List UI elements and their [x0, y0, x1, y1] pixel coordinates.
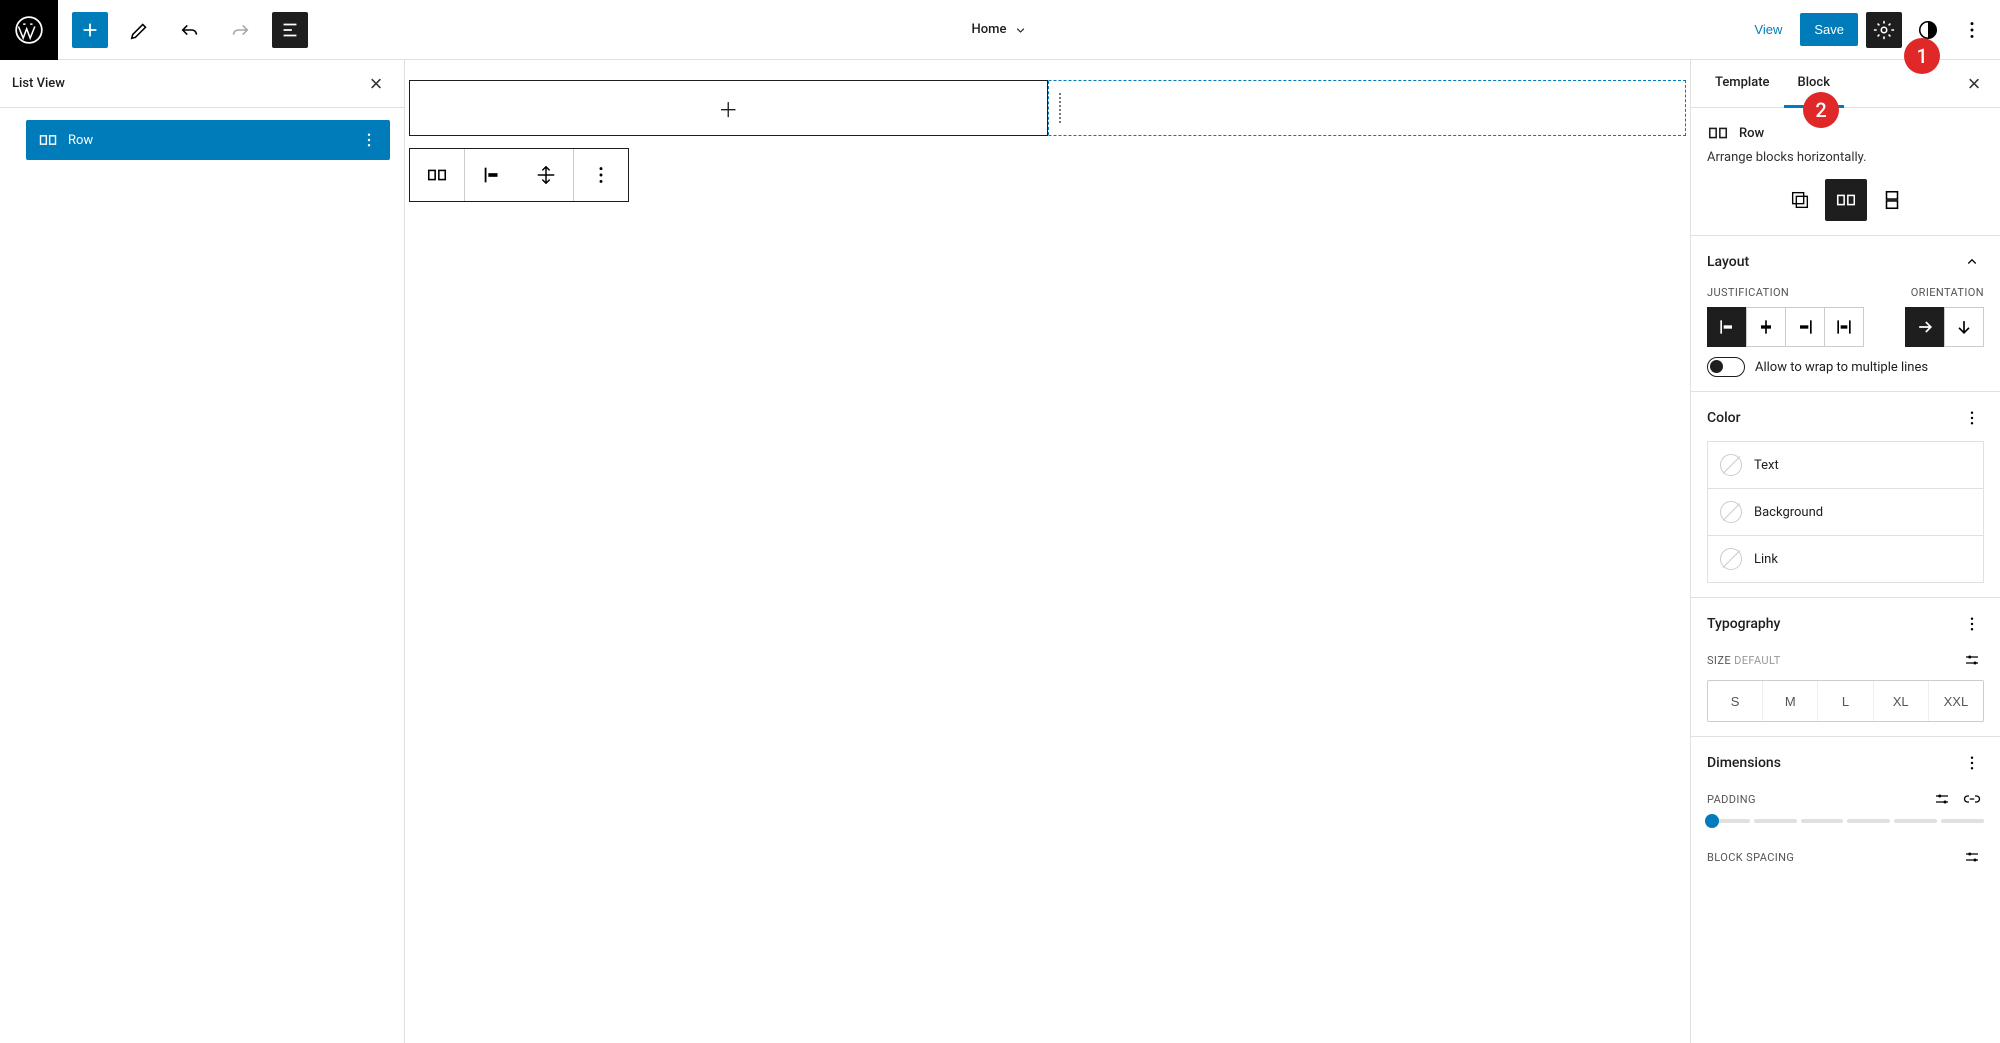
block-description: Arrange blocks horizontally.: [1707, 150, 1984, 165]
layout-title: Layout: [1707, 254, 1749, 270]
size-default: DEFAULT: [1734, 654, 1781, 667]
sidebar-close[interactable]: ×: [1958, 71, 1990, 97]
callout-1: 1: [1904, 38, 1940, 74]
tab-template[interactable]: Template: [1701, 60, 1784, 108]
options-button[interactable]: [1954, 12, 1990, 48]
page-title: Home: [972, 22, 1007, 37]
inserter-button[interactable]: [72, 12, 108, 48]
size-custom[interactable]: [1960, 648, 1984, 672]
color-title: Color: [1707, 410, 1741, 426]
tools-button[interactable]: [122, 12, 158, 48]
typography-title: Typography: [1707, 616, 1780, 632]
list-item-options[interactable]: [360, 131, 378, 149]
size-xl[interactable]: XL: [1873, 681, 1928, 721]
justify-left[interactable]: [1707, 307, 1747, 347]
color-text[interactable]: Text: [1707, 441, 1984, 489]
padding-link[interactable]: [1960, 787, 1984, 811]
undo-button[interactable]: [172, 12, 208, 48]
padding-slider[interactable]: [1707, 819, 1984, 823]
listview-close[interactable]: ×: [360, 68, 392, 100]
justify-right[interactable]: [1785, 307, 1825, 347]
size-label: SIZE: [1707, 654, 1731, 667]
view-button[interactable]: View: [1744, 14, 1792, 45]
block-options-button[interactable]: [574, 149, 628, 201]
swatch-none-icon: [1720, 501, 1742, 523]
row-empty-cell[interactable]: [1048, 81, 1686, 135]
orientation-vertical[interactable]: [1944, 307, 1984, 347]
spacing-custom[interactable]: [1960, 845, 1984, 869]
plus-icon: ＋: [718, 94, 738, 123]
justify-center[interactable]: [1746, 307, 1786, 347]
justify-space-between[interactable]: [1824, 307, 1864, 347]
size-s[interactable]: S: [1708, 681, 1762, 721]
padding-label: PADDING: [1707, 793, 1756, 806]
list-item-label: Row: [68, 133, 350, 148]
settings-button[interactable]: [1866, 12, 1902, 48]
row-appender[interactable]: ＋: [409, 80, 1048, 136]
swatch-none-icon: [1720, 548, 1742, 570]
row-block[interactable]: ＋: [409, 80, 1686, 136]
row-icon: [38, 130, 58, 150]
swatch-none-icon: [1720, 454, 1742, 476]
orientation-label: Orientation: [1905, 286, 1984, 299]
layout-collapse[interactable]: [1960, 250, 1984, 274]
wrap-toggle[interactable]: [1707, 357, 1745, 377]
padding-custom[interactable]: [1930, 787, 1954, 811]
move-button[interactable]: [519, 149, 573, 201]
typography-options[interactable]: [1960, 612, 1984, 636]
size-xxl[interactable]: XXL: [1928, 681, 1983, 721]
save-button[interactable]: Save: [1800, 13, 1858, 46]
callout-2: 2: [1803, 92, 1839, 128]
block-name: Row: [1739, 126, 1764, 141]
size-l[interactable]: L: [1817, 681, 1872, 721]
align-button[interactable]: [465, 149, 519, 201]
wrap-label: Allow to wrap to multiple lines: [1755, 360, 1928, 375]
listview-title: List View: [12, 76, 65, 91]
list-item-row[interactable]: Row: [26, 120, 390, 160]
wordpress-logo[interactable]: [0, 0, 58, 60]
color-options[interactable]: [1960, 406, 1984, 430]
redo-button[interactable]: [222, 12, 258, 48]
block-type-button[interactable]: [410, 149, 464, 201]
block-toolbar: [409, 148, 629, 202]
block-spacing-label: BLOCK SPACING: [1707, 851, 1794, 864]
orientation-horizontal[interactable]: [1905, 307, 1945, 347]
dimensions-options[interactable]: [1960, 751, 1984, 775]
row-icon: [1707, 122, 1729, 144]
chevron-down-icon: [1012, 22, 1028, 38]
dimensions-title: Dimensions: [1707, 755, 1781, 771]
document-title[interactable]: Home: [972, 22, 1029, 38]
transform-stack[interactable]: [1871, 179, 1913, 221]
justification-label: Justification: [1707, 286, 1905, 299]
transform-row[interactable]: [1825, 179, 1867, 221]
color-background[interactable]: Background: [1707, 488, 1984, 536]
transform-group[interactable]: [1779, 179, 1821, 221]
color-link[interactable]: Link: [1707, 535, 1984, 583]
size-m[interactable]: M: [1762, 681, 1817, 721]
listview-toggle[interactable]: [272, 12, 308, 48]
